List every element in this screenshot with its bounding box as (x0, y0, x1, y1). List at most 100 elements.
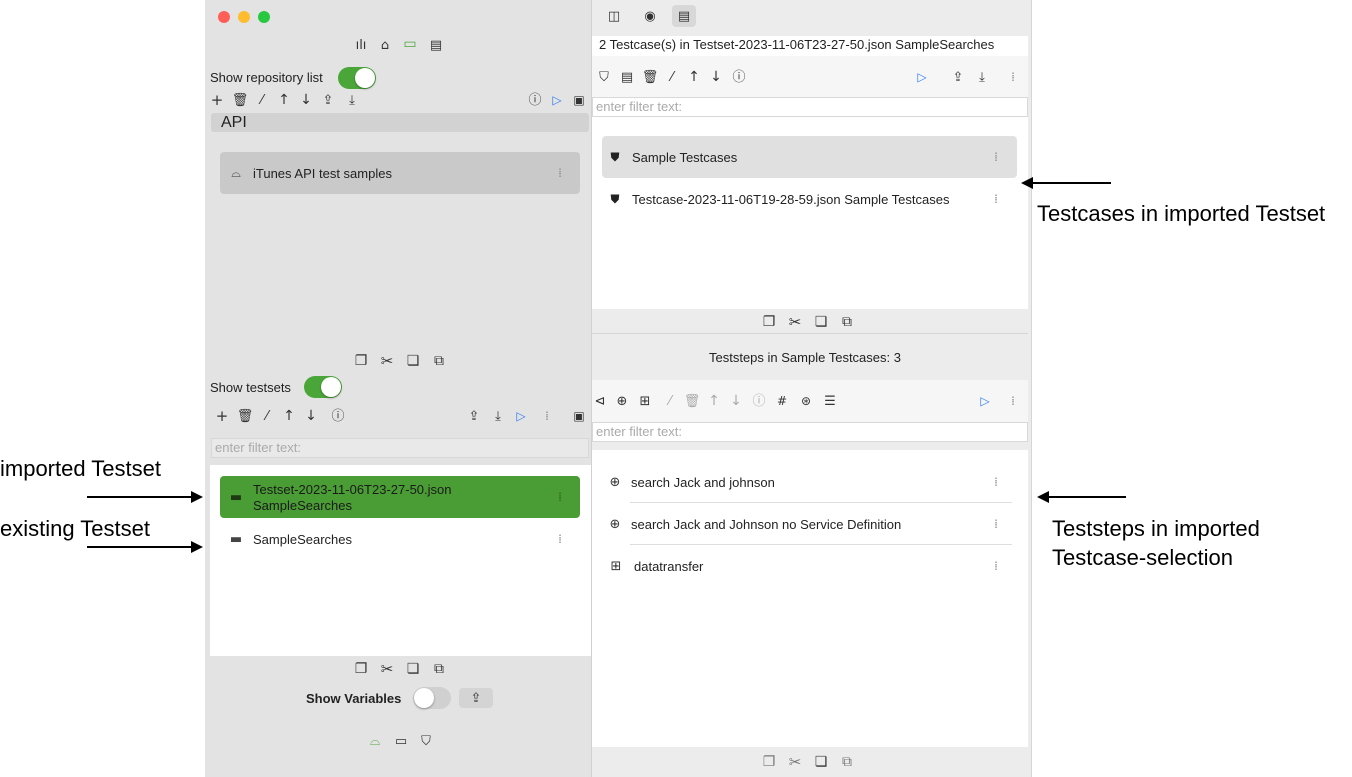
drag-handle-icon[interactable]: ⁞ (990, 516, 1002, 532)
import-icon[interactable]: ⤓ (490, 408, 506, 424)
drag-handle-icon[interactable]: ⁞ (990, 149, 1002, 165)
move-down-icon[interactable]: ↓ (298, 92, 314, 108)
drag-handle-icon[interactable]: ⁞ (1007, 393, 1019, 409)
variables-toggle[interactable] (413, 687, 451, 709)
teststep-item-label: search Jack and Johnson no Service Defin… (631, 517, 902, 532)
move-up-icon[interactable]: ↑ (706, 393, 722, 409)
duplicate-icon[interactable]: ⧉ (431, 352, 447, 370)
cut-icon[interactable]: ✂ (786, 313, 804, 331)
number-square-icon[interactable]: # (774, 393, 790, 409)
duplicate-icon[interactable]: ⧉ (431, 660, 447, 678)
drag-handle-icon[interactable]: ⁞ (554, 531, 566, 547)
teststep-filter-input[interactable]: enter filter text: (592, 422, 1028, 442)
play-icon[interactable]: ▷ (513, 408, 529, 424)
eye-refresh-icon[interactable]: ◉ (641, 8, 659, 24)
testset-filter-input[interactable]: enter filter text: (211, 438, 589, 458)
transfer-icon[interactable]: ⊞ (637, 393, 653, 409)
trash-icon[interactable]: 🗑 (684, 393, 701, 409)
divider (630, 502, 1012, 503)
move-up-icon[interactable]: ↑ (686, 69, 702, 85)
edit-icon[interactable]: ⁄ (662, 393, 678, 409)
import-icon[interactable]: ⤓ (344, 92, 360, 108)
share-icon[interactable]: ⇪ (950, 69, 966, 85)
annotation-existing-testset: existing Testset (0, 516, 151, 541)
list-filter-icon[interactable]: ☰ (822, 393, 838, 409)
move-up-icon[interactable]: ↑ (276, 92, 292, 108)
document-icon[interactable]: ▤ (619, 69, 635, 85)
info-icon[interactable]: ⓘ (751, 393, 767, 409)
trash-icon[interactable]: 🗑 (232, 92, 249, 108)
arrow-testcases (1032, 182, 1111, 184)
share-icon[interactable]: ⇪ (466, 408, 482, 424)
cut-icon[interactable]: ✂ (378, 352, 396, 370)
share-icon[interactable]: ⇪ (320, 92, 336, 108)
shield-check-icon[interactable]: ⛉ (596, 69, 612, 85)
play-icon[interactable]: ▷ (977, 393, 993, 409)
left-pane: ılı ⌂ ▭ ▤ Show repository list + 🗑 ⁄ ↑ ↓… (205, 0, 591, 777)
run-window-icon[interactable]: ▣ (571, 408, 587, 424)
cut-icon[interactable]: ✂ (786, 753, 804, 771)
add-icon[interactable]: + (214, 408, 230, 424)
info-icon[interactable]: ⓘ (330, 408, 346, 424)
move-down-icon[interactable]: ↓ (303, 408, 319, 424)
repo-list-toggle[interactable] (338, 67, 376, 89)
drag-handle-icon[interactable]: ⁞ (990, 191, 1002, 207)
annotation-teststeps-line2: Testcase-selection (1052, 545, 1233, 570)
arrow-head (191, 491, 203, 503)
move-down-icon[interactable]: ↓ (728, 393, 744, 409)
testcase-filter-input[interactable]: enter filter text: (592, 97, 1028, 117)
back-circle-icon[interactable]: ⊲ (592, 393, 608, 409)
close-window-button[interactable] (218, 11, 230, 23)
play-icon[interactable]: ▷ (914, 69, 930, 85)
edit-icon[interactable]: ⁄ (664, 69, 680, 85)
number-circle-icon[interactable]: ⊛ (798, 393, 814, 409)
testcases-header: 2 Testcase(s) in Testset-2023-11-06T23-2… (599, 37, 995, 52)
folder-icon[interactable]: ▭ (393, 733, 409, 749)
folder-icon[interactable]: ▭ (401, 36, 419, 52)
drag-handle-icon[interactable]: ⁞ (554, 489, 566, 505)
drag-handle-icon[interactable]: ⁞ (990, 474, 1002, 490)
testsets-toggle[interactable] (304, 376, 342, 398)
arrow-existing-testset (87, 546, 192, 548)
trash-icon[interactable]: 🗑 (642, 69, 659, 85)
document-list-icon[interactable]: ▤ (428, 37, 444, 53)
duplicate-icon[interactable]: ⧉ (839, 753, 855, 771)
jar-icon[interactable]: ⌂ (377, 37, 393, 53)
move-up-icon[interactable]: ↑ (281, 408, 297, 424)
paste-icon[interactable]: ❏ (405, 660, 421, 678)
info-icon[interactable]: ⓘ (731, 69, 747, 85)
paste-icon[interactable]: ❏ (813, 313, 829, 331)
testcase-item-label: Sample Testcases (632, 150, 738, 165)
edit-icon[interactable]: ⁄ (259, 408, 275, 424)
copy-icon[interactable]: ❐ (761, 753, 777, 771)
info-icon[interactable]: ⓘ (527, 92, 543, 108)
duplicate-icon[interactable]: ⧉ (839, 313, 855, 331)
paste-icon[interactable]: ❏ (405, 352, 421, 370)
minimize-window-button[interactable] (238, 11, 250, 23)
drag-handle-icon[interactable]: ⁞ (554, 165, 566, 181)
tray-icon[interactable]: ⌓ (367, 733, 383, 749)
globe-icon[interactable]: ⊕ (614, 393, 630, 409)
drag-handle-icon[interactable]: ⁞ (541, 408, 553, 424)
variables-toggle-label: Show Variables (306, 691, 402, 706)
copy-icon[interactable]: ❐ (353, 352, 369, 370)
drag-handle-icon[interactable]: ⁞ (1007, 69, 1019, 85)
move-down-icon[interactable]: ↓ (708, 69, 724, 85)
annotation-testcases: Testcases in imported Testset (1037, 201, 1326, 226)
play-icon[interactable]: ▷ (549, 92, 565, 108)
teststep-item-label: search Jack and johnson (631, 475, 775, 490)
sidebar-toggle-icon[interactable]: ◫ (605, 8, 623, 24)
cut-icon[interactable]: ✂ (378, 660, 396, 678)
shield-check-icon[interactable]: ⛉ (418, 733, 434, 749)
copy-icon[interactable]: ❐ (761, 313, 777, 331)
edit-icon[interactable]: ⁄ (254, 92, 270, 108)
waveform-icon[interactable]: ılı (353, 37, 369, 53)
copy-icon[interactable]: ❐ (353, 660, 369, 678)
add-icon[interactable]: + (209, 92, 225, 108)
paste-icon[interactable]: ❏ (813, 753, 829, 771)
zoom-window-button[interactable] (258, 11, 270, 23)
trash-icon[interactable]: 🗑 (237, 408, 254, 424)
drag-handle-icon[interactable]: ⁞ (990, 558, 1002, 574)
run-window-icon[interactable]: ▣ (571, 92, 587, 108)
import-icon[interactable]: ⤓ (974, 69, 990, 85)
